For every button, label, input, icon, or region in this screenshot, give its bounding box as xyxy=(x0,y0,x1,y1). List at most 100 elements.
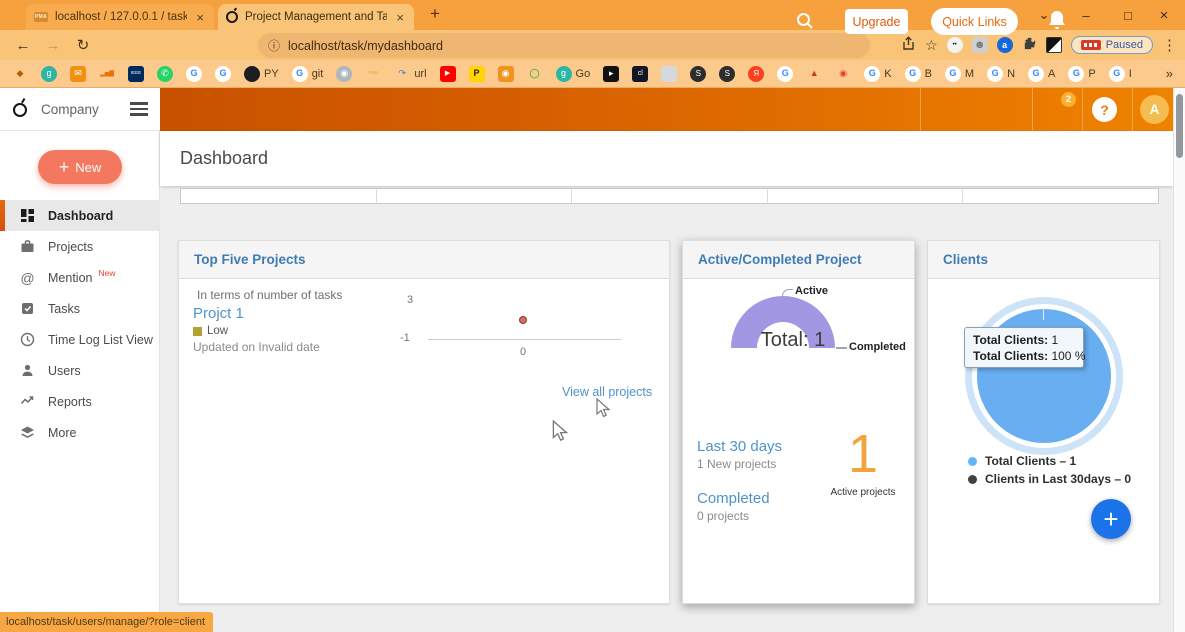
tab-title: localhost / 127.0.0.1 / task | phpM xyxy=(55,11,187,23)
extension-icon[interactable]: a xyxy=(997,37,1013,53)
bookmark[interactable]: ◯ xyxy=(527,66,543,82)
scatter-point[interactable] xyxy=(519,316,527,324)
sidebar-item-mention[interactable]: @ Mention New xyxy=(0,262,160,293)
sidebar-item-time-log[interactable]: Time Log List View xyxy=(0,324,160,355)
bookmark-icon: G xyxy=(186,66,202,82)
sidebar-item-projects[interactable]: Projects xyxy=(0,231,160,262)
bookmark[interactable] xyxy=(661,66,677,82)
reload-button[interactable]: ↻ xyxy=(68,36,98,54)
bookmark[interactable]: ✉ xyxy=(70,66,86,82)
bookmark[interactable]: ↷url xyxy=(394,66,426,82)
bookmark[interactable]: S xyxy=(690,66,706,82)
notifications-bell-icon[interactable] xyxy=(1046,8,1072,34)
bookmark-label: PY xyxy=(264,68,279,80)
new-tab-button[interactable]: + xyxy=(430,4,440,24)
active-projects-label: Active projects xyxy=(823,487,903,498)
page-scrollbar[interactable] xyxy=(1173,88,1185,632)
bookmark[interactable]: cl xyxy=(632,66,648,82)
profile-avatar-icon[interactable] xyxy=(1046,37,1062,53)
sidebar-item-label: Time Log List View xyxy=(48,333,153,347)
help-button[interactable]: ? xyxy=(1092,97,1117,122)
bookmark[interactable]: ◉ xyxy=(498,66,514,82)
bookmark[interactable]: IEEE xyxy=(128,66,144,82)
bookmark-icon: G xyxy=(215,66,231,82)
sidebar-item-tasks[interactable]: Tasks xyxy=(0,293,160,324)
bookmark[interactable]: g xyxy=(41,66,57,82)
tab-project-management[interactable]: Project Management and Task M × xyxy=(218,4,414,30)
tab-close-icon[interactable]: × xyxy=(194,10,206,25)
search-icon[interactable] xyxy=(795,11,815,36)
tooltip-value: 100 % xyxy=(1048,349,1085,363)
legend-dot-icon xyxy=(968,457,977,466)
tooltip-label: Total Clients: xyxy=(973,333,1048,347)
bookmark[interactable]: ▸ xyxy=(603,66,619,82)
sidebar-item-label: More xyxy=(48,426,76,440)
bookmark[interactable]: GK xyxy=(864,66,891,82)
sidebar-item-dashboard[interactable]: Dashboard xyxy=(0,200,160,231)
extensions-puzzle-icon[interactable] xyxy=(1022,36,1037,54)
mention-icon: @ xyxy=(20,270,35,286)
bookmarks-overflow-icon[interactable]: » xyxy=(1158,66,1173,81)
share-icon[interactable] xyxy=(901,36,916,54)
priority-swatch-icon xyxy=(193,327,202,336)
address-bar[interactable]: ⓘ localhost/task/mydashboard xyxy=(258,33,870,58)
bookmark[interactable]: G xyxy=(777,66,793,82)
last-30-days-sub: 1 New projects xyxy=(697,457,776,471)
project-link[interactable]: Projct 1 xyxy=(193,305,244,322)
new-button[interactable]: + New xyxy=(38,150,122,184)
user-avatar[interactable]: A xyxy=(1140,95,1169,124)
view-all-projects-link[interactable]: View all projects xyxy=(562,385,652,399)
legend-item[interactable]: Total Clients – 1 xyxy=(968,454,1076,468)
bookmark[interactable]: ✆ xyxy=(157,66,173,82)
tab-close-icon[interactable]: × xyxy=(394,10,406,25)
gauge-label-completed: Completed xyxy=(849,341,906,353)
bookmark[interactable]: ▂▅▇ xyxy=(99,66,115,82)
upgrade-button[interactable]: Upgrade xyxy=(845,9,908,34)
bookmark[interactable]: P xyxy=(469,66,485,82)
sync-paused-button[interactable]: Paused xyxy=(1071,36,1153,54)
scrollbar-thumb[interactable] xyxy=(1176,94,1183,158)
pie-slice-divider xyxy=(1043,309,1044,320)
bookmark[interactable]: S xyxy=(719,66,735,82)
plus-icon: + xyxy=(59,157,70,178)
sidebar-item-users[interactable]: Users xyxy=(0,355,160,386)
bookmark[interactable]: gGo xyxy=(556,66,591,82)
bookmark[interactable]: Ggit xyxy=(292,66,324,82)
bookmark[interactable]: PMA xyxy=(365,66,381,82)
bookmark-icon: P xyxy=(469,66,485,82)
back-button[interactable]: ← xyxy=(8,37,38,54)
last-30-days-title: Last 30 days xyxy=(697,438,782,455)
extension-icon[interactable]: ☻ xyxy=(972,37,988,53)
bookmark[interactable]: GI xyxy=(1109,66,1132,82)
bookmark[interactable]: GB xyxy=(905,66,932,82)
bookmark[interactable]: GM xyxy=(945,66,974,82)
updated-text: Updated on Invalid date xyxy=(193,340,320,354)
bookmark[interactable]: PY xyxy=(244,66,279,82)
bookmark[interactable]: ◉ xyxy=(835,66,851,82)
forward-button[interactable]: → xyxy=(38,37,68,54)
card-title: Clients xyxy=(943,252,988,267)
bookmark[interactable]: ▶ xyxy=(440,66,456,82)
bookmark[interactable]: Я xyxy=(748,66,764,82)
sidebar-item-more[interactable]: More xyxy=(0,417,160,448)
legend-item[interactable]: Clients in Last 30days – 0 xyxy=(968,472,1131,486)
extension-icon[interactable]: •• xyxy=(947,37,963,53)
bookmark[interactable]: G xyxy=(186,66,202,82)
bookmark[interactable]: GP xyxy=(1068,66,1095,82)
bookmark[interactable]: GA xyxy=(1028,66,1055,82)
bookmark[interactable]: ◉ xyxy=(336,66,352,82)
site-info-icon[interactable]: ⓘ xyxy=(268,37,280,54)
sidebar-item-reports[interactable]: Reports xyxy=(0,386,160,417)
bookmark[interactable]: GN xyxy=(987,66,1015,82)
tab-phpmyadmin[interactable]: PMA localhost / 127.0.0.1 / task | phpM … xyxy=(26,4,214,30)
quick-links-button[interactable]: Quick Links xyxy=(931,8,1018,35)
sidebar-toggle-icon[interactable] xyxy=(130,102,148,115)
bookmark[interactable]: G xyxy=(215,66,231,82)
browser-menu-icon[interactable]: ⋮ xyxy=(1162,36,1177,54)
window-close-button[interactable]: × xyxy=(1143,0,1185,30)
bookmark-star-icon[interactable]: ☆ xyxy=(925,37,938,54)
bookmark-label: K xyxy=(884,68,891,80)
bookmark[interactable]: ▲ xyxy=(806,66,822,82)
add-client-button[interactable]: + xyxy=(1091,499,1131,539)
bookmark[interactable]: ◆ xyxy=(12,66,28,82)
